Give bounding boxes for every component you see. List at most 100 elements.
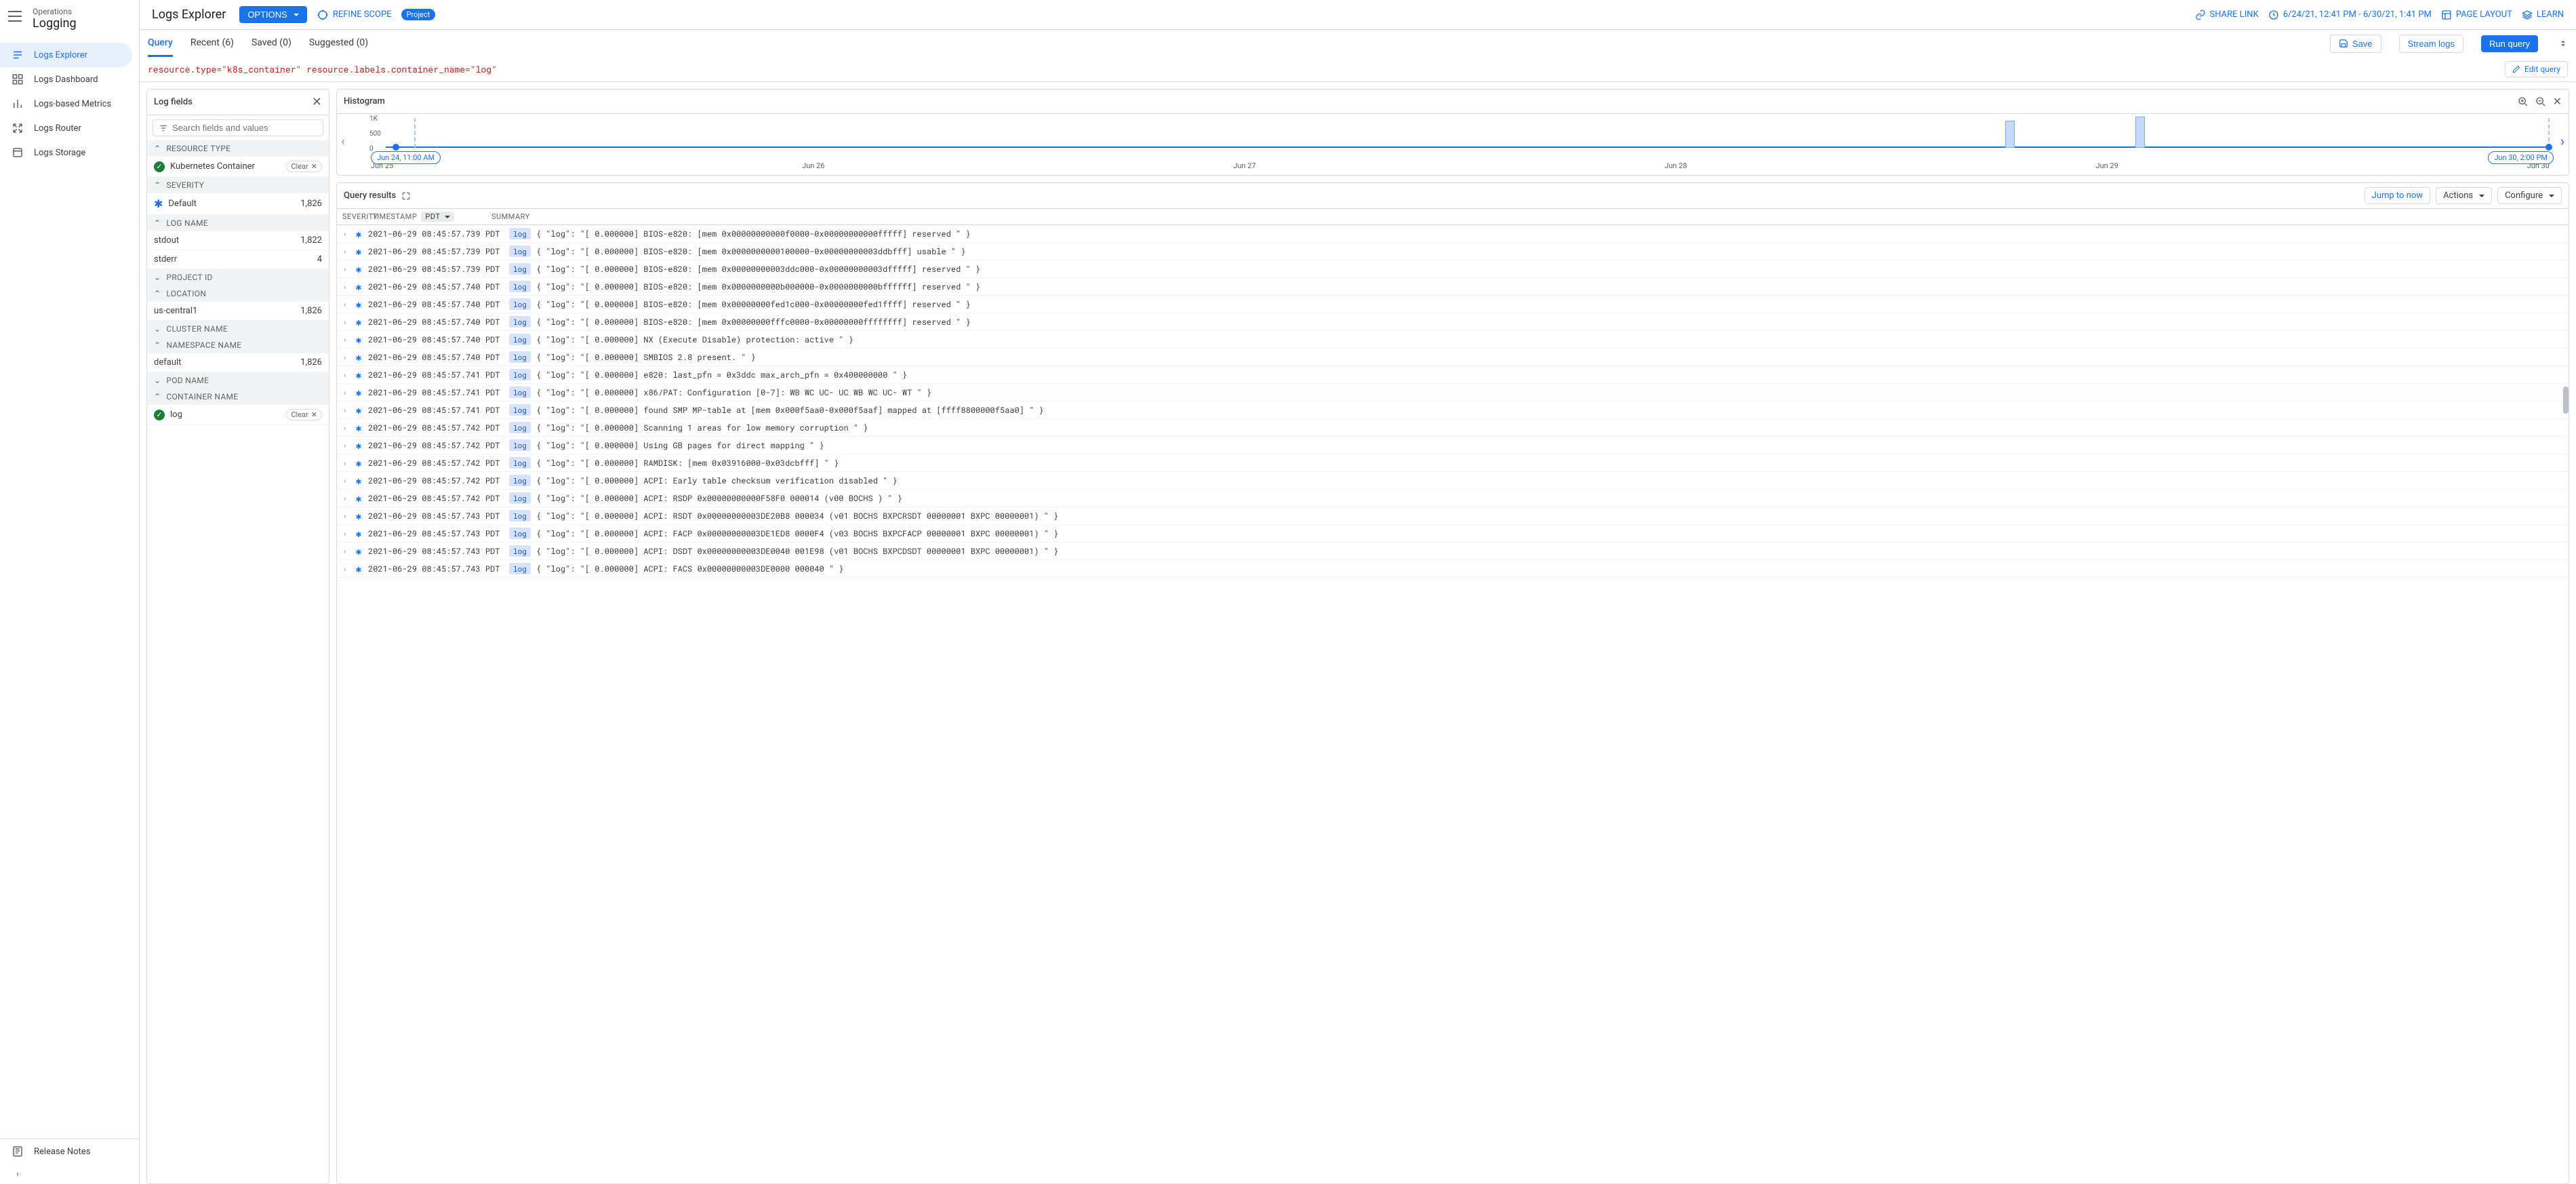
- query-tab[interactable]: Recent (6): [190, 30, 234, 57]
- expand-icon[interactable]: ›: [342, 440, 349, 451]
- scrollbar-thumb[interactable]: [2563, 387, 2569, 414]
- zoom-in-icon[interactable]: [2518, 96, 2529, 107]
- query-tab[interactable]: Suggested (0): [309, 30, 368, 57]
- scope-chip[interactable]: Project: [401, 9, 436, 20]
- actions-dropdown[interactable]: Actions: [2436, 187, 2492, 204]
- field-row[interactable]: ✓logClear ✕: [147, 405, 329, 425]
- expand-icon[interactable]: ›: [342, 246, 349, 257]
- configure-dropdown[interactable]: Configure: [2497, 187, 2562, 204]
- field-group-header[interactable]: ⌄PROJECT ID: [147, 269, 329, 285]
- field-group-header[interactable]: ⌃NAMESPACE NAME: [147, 337, 329, 353]
- log-row[interactable]: ›✱2021-06-29 08:45:57.742 PDTlog{ "log":…: [337, 454, 2569, 472]
- expand-icon[interactable]: ›: [342, 475, 349, 486]
- refine-scope-button[interactable]: REFINE SCOPE: [317, 9, 392, 21]
- page-layout-button[interactable]: PAGE LAYOUT: [2441, 9, 2512, 20]
- sidebar-item[interactable]: Logs Dashboard: [0, 67, 139, 92]
- log-row[interactable]: ›✱2021-06-29 08:45:57.740 PDTlog{ "log":…: [337, 278, 2569, 296]
- log-row[interactable]: ›✱2021-06-29 08:45:57.740 PDTlog{ "log":…: [337, 349, 2569, 366]
- close-icon[interactable]: ✕: [312, 95, 322, 109]
- log-row[interactable]: ›✱2021-06-29 08:45:57.743 PDTlog{ "log":…: [337, 542, 2569, 560]
- edit-query-button[interactable]: Edit query: [2505, 61, 2568, 77]
- run-query-button[interactable]: Run query: [2481, 35, 2538, 52]
- log-tag[interactable]: log: [509, 263, 531, 275]
- log-tag[interactable]: log: [509, 510, 531, 521]
- save-button[interactable]: Save: [2330, 35, 2381, 53]
- field-group-header[interactable]: ⌄CLUSTER NAME: [147, 321, 329, 337]
- log-row[interactable]: ›✱2021-06-29 08:45:57.742 PDTlog{ "log":…: [337, 437, 2569, 454]
- expand-icon[interactable]: ›: [342, 405, 349, 416]
- log-row[interactable]: ›✱2021-06-29 08:45:57.743 PDTlog{ "log":…: [337, 525, 2569, 542]
- range-start-pill[interactable]: Jun 24, 11:00 AM: [371, 151, 441, 164]
- log-tag[interactable]: log: [509, 457, 531, 469]
- expand-icon[interactable]: ›: [342, 493, 349, 504]
- expand-icon[interactable]: ›: [342, 511, 349, 521]
- log-tag[interactable]: log: [509, 228, 531, 239]
- log-row[interactable]: ›✱2021-06-29 08:45:57.741 PDTlog{ "log":…: [337, 384, 2569, 401]
- range-end-pill[interactable]: Jun 30, 2:00 PM: [2488, 151, 2554, 164]
- expand-icon[interactable]: ›: [342, 528, 349, 539]
- log-tag[interactable]: log: [509, 316, 531, 328]
- log-tag[interactable]: log: [509, 545, 531, 557]
- sidebar-item[interactable]: Logs Router: [0, 116, 139, 140]
- sidebar-item[interactable]: Logs-based Metrics: [0, 92, 139, 116]
- clear-filter-button[interactable]: Clear ✕: [286, 409, 322, 420]
- field-group-header[interactable]: ⌃LOCATION: [147, 285, 329, 302]
- field-row[interactable]: ✓Kubernetes ContainerClear ✕: [147, 157, 329, 177]
- zoom-out-icon[interactable]: [2535, 96, 2546, 107]
- log-tag[interactable]: log: [509, 298, 531, 310]
- field-row[interactable]: stderr4: [147, 250, 329, 269]
- share-link-button[interactable]: SHARE LINK: [2195, 9, 2259, 20]
- log-fields-search[interactable]: [153, 119, 323, 136]
- expand-icon[interactable]: ›: [342, 317, 349, 328]
- sidebar-item[interactable]: Logs Storage: [0, 140, 139, 165]
- expand-icon[interactable]: ›: [342, 299, 349, 310]
- expand-icon[interactable]: ›: [342, 387, 349, 398]
- chevron-right-icon[interactable]: ›: [2560, 133, 2564, 149]
- clear-filter-button[interactable]: Clear ✕: [286, 161, 322, 172]
- log-tag[interactable]: log: [509, 492, 531, 504]
- expand-icon[interactable]: ›: [342, 564, 349, 574]
- expand-icon[interactable]: ›: [342, 352, 349, 363]
- log-tag[interactable]: log: [509, 422, 531, 433]
- log-row[interactable]: ›✱2021-06-29 08:45:57.743 PDTlog{ "log":…: [337, 507, 2569, 525]
- log-tag[interactable]: log: [509, 404, 531, 416]
- field-row[interactable]: stdout1,822: [147, 231, 329, 250]
- log-tag[interactable]: log: [509, 351, 531, 363]
- options-button[interactable]: OPTIONS: [239, 6, 307, 23]
- expand-icon[interactable]: ›: [342, 281, 349, 292]
- log-row[interactable]: ›✱2021-06-29 08:45:57.742 PDTlog{ "log":…: [337, 419, 2569, 437]
- log-row[interactable]: ›✱2021-06-29 08:45:57.742 PDTlog{ "log":…: [337, 490, 2569, 507]
- fullscreen-icon[interactable]: [401, 191, 411, 201]
- log-row[interactable]: ›✱2021-06-29 08:45:57.740 PDTlog{ "log":…: [337, 313, 2569, 331]
- query-tab[interactable]: Query: [148, 30, 173, 57]
- expand-vertical-icon[interactable]: [2558, 38, 2568, 49]
- field-row[interactable]: default1,826: [147, 353, 329, 372]
- log-tag[interactable]: log: [509, 563, 531, 574]
- expand-icon[interactable]: ›: [342, 458, 349, 469]
- log-row[interactable]: ›✱2021-06-29 08:45:57.740 PDTlog{ "log":…: [337, 331, 2569, 349]
- expand-icon[interactable]: ›: [342, 229, 349, 239]
- log-tag[interactable]: log: [509, 439, 531, 451]
- query-tab[interactable]: Saved (0): [251, 30, 291, 57]
- field-group-header[interactable]: ⌄POD NAME: [147, 372, 329, 389]
- log-tag[interactable]: log: [509, 245, 531, 257]
- log-row[interactable]: ›✱2021-06-29 08:45:57.739 PDTlog{ "log":…: [337, 225, 2569, 243]
- log-row[interactable]: ›✱2021-06-29 08:45:57.741 PDTlog{ "log":…: [337, 366, 2569, 384]
- log-row[interactable]: ›✱2021-06-29 08:45:57.742 PDTlog{ "log":…: [337, 472, 2569, 490]
- field-row[interactable]: us-central11,826: [147, 302, 329, 321]
- log-tag[interactable]: log: [509, 475, 531, 486]
- expand-icon[interactable]: ›: [342, 370, 349, 380]
- log-row[interactable]: ›✱2021-06-29 08:45:57.741 PDTlog{ "log":…: [337, 401, 2569, 419]
- field-group-header[interactable]: ⌃SEVERITY: [147, 177, 329, 193]
- log-row[interactable]: ›✱2021-06-29 08:45:57.739 PDTlog{ "log":…: [337, 243, 2569, 260]
- sidebar-collapse[interactable]: ‹: [0, 1164, 139, 1184]
- log-row[interactable]: ›✱2021-06-29 08:45:57.743 PDTlog{ "log":…: [337, 560, 2569, 578]
- expand-icon[interactable]: ›: [342, 334, 349, 345]
- histogram-chart[interactable]: 1K 500 0 Jun 24, 11:00 AM Jun 30, 2:00: [371, 118, 2550, 160]
- log-tag[interactable]: log: [509, 281, 531, 292]
- field-group-header[interactable]: ⌃RESOURCE TYPE: [147, 140, 329, 157]
- log-row[interactable]: ›✱2021-06-29 08:45:57.740 PDTlog{ "log":…: [337, 296, 2569, 313]
- query-text-area[interactable]: resource.type="k8s_container" resource.l…: [140, 57, 2576, 81]
- timezone-chip[interactable]: PDT: [421, 212, 454, 222]
- sidebar-item-release-notes[interactable]: Release Notes: [0, 1139, 139, 1164]
